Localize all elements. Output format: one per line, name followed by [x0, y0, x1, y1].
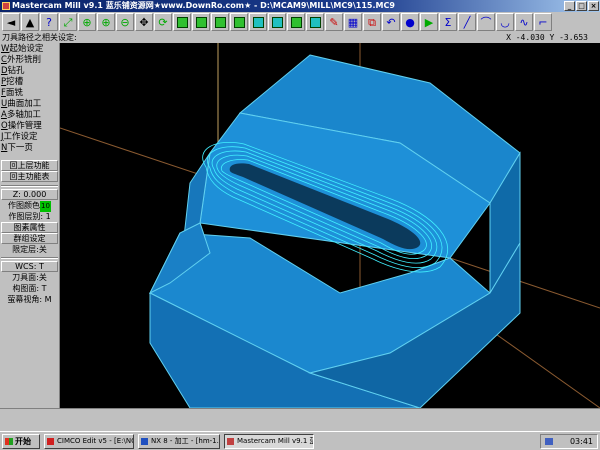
volume-icon[interactable]: [545, 438, 553, 445]
minimize-button[interactable]: _: [564, 1, 575, 11]
repaint-icon[interactable]: ⟳: [154, 13, 172, 31]
limit-layer-setting[interactable]: 限定层:关: [1, 244, 58, 255]
shade-icon[interactable]: [268, 13, 286, 31]
line-icon[interactable]: ╱: [458, 13, 476, 31]
cplane-setting[interactable]: 构图面: T: [1, 283, 58, 294]
task-nx[interactable]: NX 8 - 加工 - [hm-1.prt]: [138, 434, 220, 449]
menu-divider: [1, 257, 58, 259]
menu-item-next[interactable]: N下一页: [1, 143, 58, 154]
view-front-icon[interactable]: [192, 13, 210, 31]
system-tray: 03:41: [540, 434, 598, 449]
view-iso-icon[interactable]: [230, 13, 248, 31]
z-depth-button[interactable]: Z: 0.000: [1, 189, 58, 200]
clock: 03:41: [569, 437, 593, 446]
menu-item-surface[interactable]: U曲面加工: [1, 99, 58, 110]
arc-icon[interactable]: ⌒: [477, 13, 495, 31]
main-menu: W起始设定 C外形铣削 D钻孔 P挖槽 F面铣 U曲面加工 A多轴加工 O操作管…: [0, 43, 60, 408]
coordinates-readout: X -4.030 Y -3.653: [506, 33, 588, 42]
window-title: Mastercam Mill v9.1 蓝乐铺资源网★www.DownRo.co…: [12, 1, 395, 10]
help-icon[interactable]: ?: [40, 13, 58, 31]
part-model: [60, 43, 600, 408]
graphics-viewport[interactable]: [60, 43, 600, 408]
color-icon[interactable]: ✎: [325, 13, 343, 31]
menu-item-pocket[interactable]: P挖槽: [1, 77, 58, 88]
prompt-area: [0, 408, 600, 431]
pan-icon[interactable]: ✥: [135, 13, 153, 31]
menu-item-face[interactable]: F面铣: [1, 88, 58, 99]
layer-setting[interactable]: 作图层别: 1: [1, 211, 58, 222]
taskbar: 开始 CIMCO Edit v5 - [E:\NC\... NX 8 - 加工 …: [0, 431, 600, 450]
menu-item-drill[interactable]: D钻孔: [1, 66, 58, 77]
title-bar: Mastercam Mill v9.1 蓝乐铺资源网★www.DownRo.co…: [0, 0, 600, 12]
group-icon[interactable]: ⧉: [363, 13, 381, 31]
view-top-icon[interactable]: [173, 13, 191, 31]
menu-item-job-setup[interactable]: W起始设定: [1, 44, 58, 55]
analyze-icon[interactable]: Σ: [439, 13, 457, 31]
zoom-window-icon[interactable]: ⊕: [78, 13, 96, 31]
play-icon[interactable]: ▶: [420, 13, 438, 31]
cplane-icon[interactable]: [287, 13, 305, 31]
attributes-button[interactable]: 图素属性: [1, 222, 58, 233]
level-icon[interactable]: ▦: [344, 13, 362, 31]
view-side-icon[interactable]: [211, 13, 229, 31]
cimco-icon: [47, 438, 54, 445]
main-menu-button[interactable]: 回主功能表: [1, 171, 58, 182]
undo-icon[interactable]: ↶: [382, 13, 400, 31]
task-cimco[interactable]: CIMCO Edit v5 - [E:\NC\...: [44, 434, 134, 449]
up-arrow-icon[interactable]: ▲: [21, 13, 39, 31]
nx-icon: [141, 438, 148, 445]
view-cube-icon[interactable]: [249, 13, 267, 31]
status-line: 刀具路径之相关设定: X -4.030 Y -3.653: [0, 32, 600, 43]
trim-icon[interactable]: ⌐: [534, 13, 552, 31]
windows-logo-icon: [5, 438, 13, 445]
menu-divider: [1, 185, 58, 187]
menu-item-job[interactable]: J工作设定: [1, 132, 58, 143]
window-controls: _ □ ×: [564, 1, 599, 11]
mastercam-icon: [227, 438, 234, 445]
group-button[interactable]: 群组设定: [1, 233, 58, 244]
task-mastercam[interactable]: Mastercam Mill v9.1 蓝...: [224, 434, 314, 449]
menu-item-operations[interactable]: O操作管理: [1, 121, 58, 132]
zoom-in-icon[interactable]: ⊕: [97, 13, 115, 31]
back-up-button[interactable]: 回上层功能: [1, 160, 58, 171]
zoom-fit-icon[interactable]: ⤢: [59, 13, 77, 31]
maximize-button[interactable]: □: [576, 1, 587, 11]
tplane-setting[interactable]: 刀具面:关: [1, 272, 58, 283]
fillet-icon[interactable]: ◡: [496, 13, 514, 31]
app-icon: [2, 2, 10, 10]
toolbar: ◄ ▲ ? ⤢ ⊕ ⊕ ⊖ ✥ ⟳ ✎ ▦ ⧉ ↶ ● ▶ Σ ╱ ⌒ ◡ ∿ …: [0, 12, 600, 32]
screen-view-setting[interactable]: 萤幕视角: M: [1, 294, 58, 305]
close-button[interactable]: ×: [588, 1, 599, 11]
menu-item-contour[interactable]: C外形铣削: [1, 55, 58, 66]
spline-icon[interactable]: ∿: [515, 13, 533, 31]
tplane-icon[interactable]: [306, 13, 324, 31]
menu-item-multiaxis[interactable]: A多轴加工: [1, 110, 58, 121]
wcs-button[interactable]: WCS: T: [1, 261, 58, 272]
start-button[interactable]: 开始: [2, 434, 40, 449]
zoom-out-icon[interactable]: ⊖: [116, 13, 134, 31]
color-setting[interactable]: 作图颜色10: [1, 200, 58, 212]
back-arrow-icon[interactable]: ◄: [2, 13, 20, 31]
prompt-text: 刀具路径之相关设定:: [2, 33, 77, 42]
sphere-icon[interactable]: ●: [401, 13, 419, 31]
